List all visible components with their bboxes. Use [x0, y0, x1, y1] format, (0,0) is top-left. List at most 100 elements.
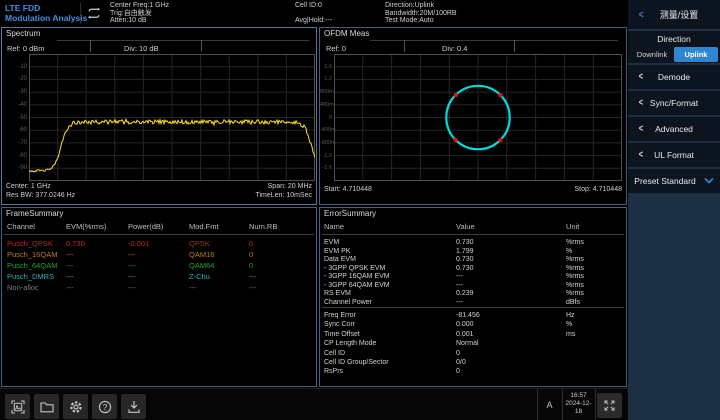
chevron-left-icon: < [638, 71, 644, 83]
col-unit: Unit [566, 222, 580, 231]
menu-title-label: 测量/设置 [659, 10, 699, 20]
header-info-left: Center Freq:1 GHz Trig:自由触发 Atten:10 dB [110, 2, 169, 25]
cell: RS EVM [324, 290, 351, 297]
clock-time: 16:57 [570, 392, 587, 399]
cell: Data EVM [324, 256, 356, 263]
avg-hold-readout: Avg|Hold:--- [295, 17, 333, 25]
ofdm-ref-level[interactable]: Ref: 0 [326, 44, 346, 53]
cell: % [566, 321, 573, 329]
settings-button[interactable] [63, 394, 88, 419]
input-method-indicator[interactable]: A [537, 389, 562, 420]
screenshot-icon [10, 399, 25, 414]
cell: % [566, 247, 573, 255]
cell: RsPrs [324, 368, 344, 376]
col-evm: EVM(%rms) [66, 222, 107, 231]
svg-text:?: ? [102, 402, 107, 412]
sidebar-item-sync-format[interactable]: < Sync/Format [628, 91, 720, 115]
y-axis-tick-label: -60 [18, 127, 27, 134]
cell: --- [66, 272, 74, 281]
cell: --- [128, 272, 136, 281]
spectrum-res-bw: Res BW: 377.0246 Hz [6, 191, 76, 199]
screenshot-button[interactable] [5, 394, 30, 419]
bottom-toolbar: ? A 16:57 2024-12-18 [0, 388, 628, 420]
cell: Z-Chu [189, 272, 210, 281]
file-browser-button[interactable] [34, 394, 59, 419]
expand-arrows-icon [604, 400, 615, 411]
save-button[interactable] [121, 394, 146, 419]
cell: EVM PK [324, 247, 351, 255]
error-summary-title: ErrorSummary [324, 209, 377, 218]
statusbar-divider [595, 389, 596, 420]
cell: --- [249, 272, 257, 281]
cell: %rms [566, 239, 584, 246]
cell: 0 [456, 349, 460, 357]
gear-icon [69, 400, 82, 413]
header-info-right: Direction:Uplink Bandwidth:20M/100RB Tes… [385, 2, 457, 25]
sidebar-item-label: Sync/Format [649, 98, 699, 108]
help-icon: ? [98, 400, 111, 413]
cell: Pusch_64QAM [7, 261, 58, 270]
cell: -0.001 [128, 239, 150, 248]
y-axis-tick-label: 1.6 [324, 63, 332, 70]
help-button[interactable]: ? [92, 394, 117, 419]
cell: 0/0 [456, 359, 466, 366]
header-bar: LTE FDD Modulation Analysis Center Freq:… [0, 0, 628, 27]
uplink-toggle-button[interactable]: Uplink [674, 47, 718, 62]
y-axis-tick-label: -400m [320, 127, 336, 134]
error-summary-panel: ErrorSummary Name Value Unit EVM 0.730 %rm… [319, 207, 627, 387]
sidebar-menu-title[interactable]: < 测量/设置 [628, 0, 720, 30]
cell: 0.730 [456, 239, 474, 246]
y-axis-tick-label: 1.2 [324, 76, 332, 83]
spectrum-footer-left: Center: 1 GHz Res BW: 377.0246 Hz [6, 183, 75, 200]
y-axis-tick-label: 400m [320, 101, 334, 108]
spectrum-span: Span: 20 MHz [267, 183, 312, 190]
cell: --- [128, 283, 136, 292]
center-freq-readout: Center Freq:1 GHz [110, 2, 170, 9]
constellation-plot[interactable] [334, 54, 622, 181]
spectrum-div-scale[interactable]: Div: 10 dB [124, 44, 159, 53]
test-mode-readout: Test Mode:Auto [385, 17, 434, 25]
app-title-line1: LTE FDD [5, 3, 41, 13]
cell: %rms [566, 273, 584, 280]
spectrum-panel: Spectrum Ref: 0 dBm Div: 10 dB -10 -20 -30… [1, 27, 317, 205]
ofdm-div-scale[interactable]: Div: 0.4 [442, 44, 467, 53]
sidebar-item-advanced[interactable]: < Advanced [628, 117, 720, 141]
spectrum-timelen: TimeLen: 10mSec [255, 191, 312, 199]
preset-standard-dropdown[interactable]: Preset Standard [628, 169, 720, 193]
cell: 0.000 [456, 321, 474, 329]
chevron-left-icon: < [638, 149, 644, 161]
clock[interactable]: 16:57 2024-12-18 [562, 392, 595, 416]
cell: 0.730 [66, 239, 85, 248]
sidebar-item-demode[interactable]: < Demode [628, 65, 720, 89]
folder-icon [39, 401, 54, 412]
continuous-sweep-icon[interactable] [85, 5, 102, 22]
cell: Non-alloc [7, 283, 39, 292]
cell: QPSK [189, 239, 210, 248]
cell: --- [456, 273, 463, 280]
spectrum-ref-level[interactable]: Ref: 0 dBm [7, 44, 45, 53]
cell: 0.730 [456, 264, 474, 272]
cell: --- [189, 283, 197, 292]
cell: Pusch_QPSK [7, 239, 53, 248]
cell: -81.456 [456, 312, 480, 319]
col-value: Value [456, 222, 475, 231]
cell-id-readout: Cell ID:0 [295, 2, 322, 9]
atten-readout: Atten:10 dB [110, 17, 147, 25]
sidebar-item-label: UL Format [654, 150, 694, 160]
y-axis-tick-label: -1.6 [322, 165, 332, 172]
trigger-readout: Trig:自由触发 [110, 9, 152, 17]
cell: --- [128, 261, 136, 270]
downlink-toggle-button[interactable]: Downlink [630, 47, 674, 62]
spectrum-footer-right: Span: 20 MHz TimeLen: 10mSec [255, 183, 312, 200]
header-divider [80, 3, 81, 24]
col-channel: Channel [7, 222, 35, 231]
header-info-mid: Cell ID:0 Avg|Hold:--- [295, 2, 332, 25]
cell: QAM64 [189, 261, 215, 270]
ofdm-title: OFDM Meas [324, 29, 370, 38]
cell: - 3GPP 64QAM EVM [324, 281, 390, 289]
sidebar-item-ul-format[interactable]: < UL Format [628, 143, 720, 167]
col-modfmt: Mod.Fmt [189, 222, 219, 231]
spectrum-plot[interactable] [29, 54, 315, 181]
cell: --- [66, 250, 74, 259]
fullscreen-button[interactable] [597, 393, 622, 418]
